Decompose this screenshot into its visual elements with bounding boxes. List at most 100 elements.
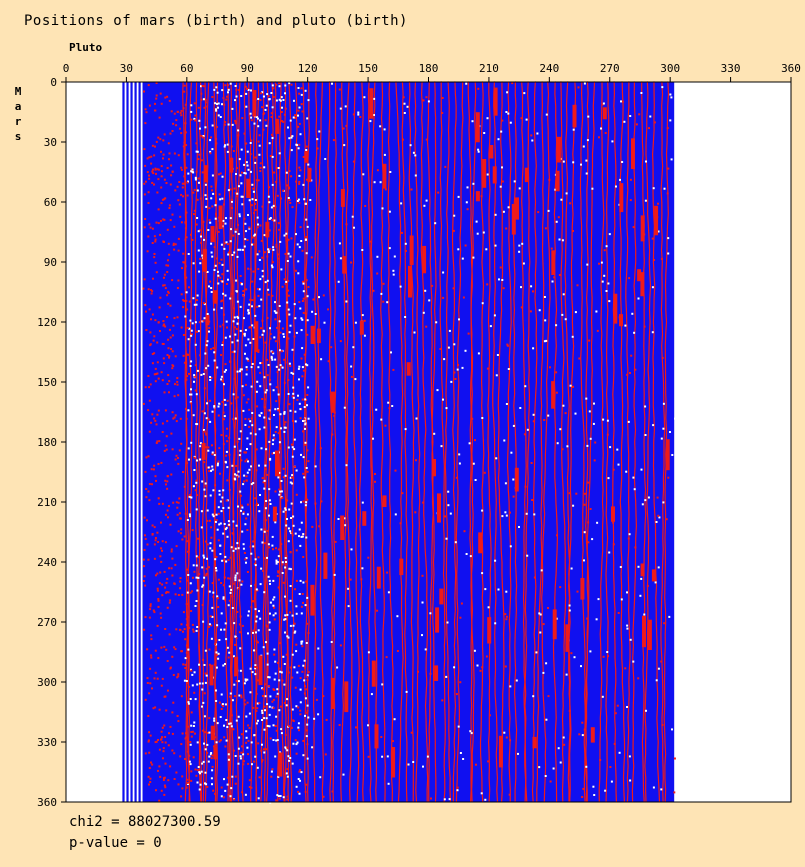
- equal-cell: [587, 115, 590, 118]
- equal-cell: [433, 432, 436, 435]
- high-cell: [201, 410, 204, 413]
- high-cell: [171, 411, 174, 414]
- high-cell: [251, 299, 254, 302]
- high-cell: [164, 628, 167, 630]
- high-cell: [280, 111, 283, 113]
- equal-cell: [278, 305, 281, 307]
- equal-cell: [202, 760, 205, 763]
- equal-cell: [574, 412, 577, 415]
- equal-cell: [190, 110, 193, 113]
- high-cell: [277, 432, 280, 435]
- equal-cell: [645, 709, 647, 712]
- high-cell: [166, 487, 169, 490]
- high-cell: [215, 555, 218, 558]
- high-cell: [289, 611, 292, 614]
- high-cell: [392, 368, 395, 371]
- high-cell: [167, 374, 170, 377]
- x-axis: 0 30 60 90 120 150 180 210 240 270 300 330 360: [63, 62, 801, 82]
- equal-cell: [473, 649, 476, 652]
- equal-cell: [261, 709, 264, 712]
- equal-cell: [211, 468, 214, 471]
- equal-cell: [274, 358, 277, 361]
- equal-cell: [213, 351, 216, 354]
- high-cell: [455, 693, 458, 696]
- equal-cell: [387, 782, 390, 785]
- equal-cell: [446, 621, 449, 624]
- equal-cell: [208, 590, 211, 593]
- high-cell-cluster: [330, 677, 335, 709]
- equal-cell: [187, 172, 190, 175]
- equal-cell: [197, 230, 200, 233]
- high-cell: [268, 685, 271, 688]
- equal-cell: [239, 174, 242, 177]
- high-cell: [149, 604, 152, 607]
- high-cell: [258, 702, 261, 705]
- high-cell: [504, 665, 507, 668]
- equal-cell: [655, 521, 658, 523]
- equal-cell: [224, 144, 227, 147]
- high-cell: [168, 207, 171, 209]
- equal-cell: [217, 506, 220, 509]
- high-cell: [284, 253, 287, 255]
- high-cell: [243, 480, 246, 483]
- high-cell: [401, 231, 403, 234]
- equal-cell: [320, 358, 323, 361]
- high-cell: [155, 479, 157, 482]
- equal-cell: [280, 480, 283, 482]
- equal-cell: [236, 315, 239, 318]
- high-cell: [236, 611, 239, 613]
- high-cell: [300, 87, 303, 90]
- equal-cell: [272, 389, 275, 392]
- high-cell: [180, 623, 183, 626]
- high-cell-cluster: [613, 293, 618, 324]
- high-cell: [626, 373, 629, 376]
- high-cell: [196, 198, 199, 201]
- high-cell: [183, 628, 186, 631]
- equal-cell: [651, 286, 654, 289]
- equal-cell: [216, 366, 219, 369]
- high-cell: [305, 580, 308, 583]
- equal-cell: [372, 437, 374, 440]
- high-cell: [157, 222, 160, 225]
- high-cell: [148, 483, 151, 485]
- equal-cell: [207, 466, 210, 469]
- equal-cell: [279, 413, 282, 416]
- high-cell: [198, 153, 201, 156]
- high-cell: [266, 530, 269, 532]
- high-cell: [192, 628, 195, 631]
- high-cell: [349, 578, 352, 581]
- equal-cell: [282, 655, 285, 658]
- high-cell-cluster: [487, 617, 492, 644]
- high-cell: [275, 83, 278, 86]
- equal-cell: [260, 412, 263, 415]
- high-cell: [305, 279, 308, 282]
- equal-cell: [251, 363, 254, 365]
- high-cell: [292, 720, 295, 722]
- high-cell: [234, 122, 237, 125]
- high-cell: [202, 319, 205, 322]
- high-cell: [235, 680, 238, 682]
- equal-cell: [211, 410, 214, 413]
- high-cell: [213, 663, 216, 666]
- high-cell: [263, 112, 266, 115]
- high-cell: [152, 707, 155, 710]
- high-cell: [257, 179, 260, 182]
- high-cell: [288, 403, 291, 406]
- equal-cell: [383, 128, 386, 131]
- high-cell: [272, 87, 275, 90]
- equal-cell: [206, 313, 209, 315]
- high-cell: [174, 414, 177, 417]
- equal-cell: [209, 379, 212, 381]
- equal-cell: [387, 401, 390, 404]
- high-cell: [197, 106, 200, 109]
- high-cell: [171, 130, 174, 132]
- equal-cell: [261, 719, 263, 721]
- equal-cell: [323, 321, 326, 324]
- high-cell: [219, 472, 221, 475]
- high-cell: [616, 704, 619, 707]
- equal-cell: [229, 240, 232, 243]
- equal-cell: [375, 408, 378, 411]
- equal-cell: [291, 653, 294, 656]
- equal-cell: [190, 104, 193, 107]
- high-cell: [271, 219, 274, 222]
